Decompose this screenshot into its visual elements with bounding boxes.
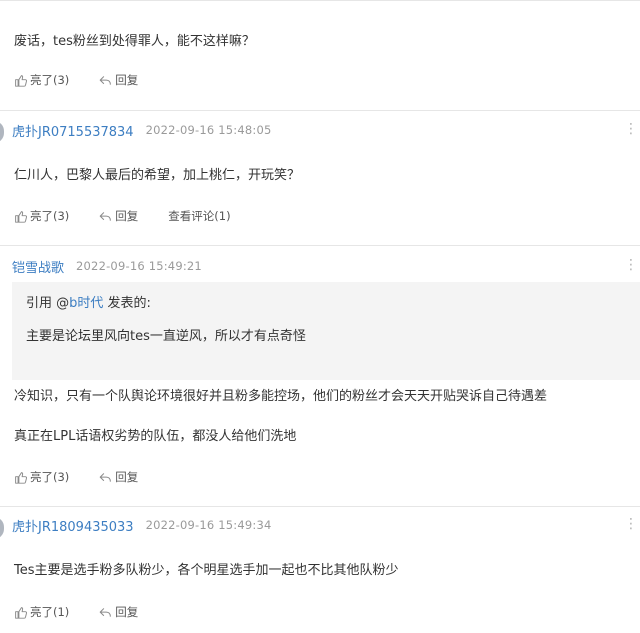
post-time: 2022-09-16 15:49:21 bbox=[76, 259, 202, 273]
reply-arrow-icon bbox=[99, 472, 112, 482]
quote-content: 主要是论坛里风向tes一直逆风，所以才有点奇怪 bbox=[26, 329, 306, 344]
post-actions: 亮了(3) 回复 bbox=[14, 469, 168, 485]
reply-button[interactable]: 回复 bbox=[99, 208, 138, 224]
like-button[interactable]: 亮了(3) bbox=[14, 469, 69, 485]
reply-button[interactable]: 回复 bbox=[99, 604, 138, 620]
thumbs-up-icon bbox=[15, 74, 27, 87]
like-count: 亮了(1) bbox=[30, 605, 70, 619]
more-dots-icon[interactable]: ⋮ bbox=[624, 121, 638, 137]
more-dots-icon[interactable]: ⋮ bbox=[624, 516, 638, 532]
post-content: 仁川人，巴黎人最后的希望，加上桃仁，开玩笑？ bbox=[14, 168, 301, 183]
view-comments-label: 查看评论(1) bbox=[168, 209, 231, 223]
post-actions: 亮了(3) 回复 查看评论(1) bbox=[14, 208, 261, 224]
like-button[interactable]: 亮了(3) bbox=[14, 72, 69, 88]
like-count: 亮了(3) bbox=[30, 470, 70, 484]
reply-button[interactable]: 回复 bbox=[99, 72, 138, 88]
post-time: 2022-09-16 15:48:05 bbox=[145, 123, 272, 137]
reply-arrow-icon bbox=[99, 607, 112, 617]
reply-button[interactable]: 回复 bbox=[99, 469, 138, 485]
username-link[interactable]: 虎扑JR0715537834 bbox=[12, 121, 134, 140]
quote-suffix: 发表的: bbox=[103, 296, 151, 311]
avatar[interactable] bbox=[0, 121, 4, 143]
post-content: Tes主要是选手粉多队粉少，各个明星选手加一起也不比其他队粉少 bbox=[14, 563, 399, 578]
like-button[interactable]: 亮了(1) bbox=[14, 604, 69, 620]
view-comments-button[interactable]: 查看评论(1) bbox=[168, 208, 230, 224]
post-content-line-2: 真正在LPL话语权劣势的队伍，都没人给他们洗地 bbox=[14, 429, 297, 444]
more-dots-icon[interactable]: ⋮ bbox=[624, 257, 638, 273]
post-header: 铠雪战歌 2022-09-16 15:49:21 bbox=[12, 256, 202, 276]
reply-arrow-icon bbox=[99, 75, 112, 85]
post-actions: 亮了(1) 回复 bbox=[14, 604, 168, 620]
quote-prefix: 引用 @ bbox=[26, 296, 70, 311]
post-time: 2022-09-16 15:49:34 bbox=[145, 518, 272, 532]
quote-citation: 引用 @b时代 发表的: bbox=[26, 292, 151, 311]
username-link[interactable]: 虎扑JR1809435033 bbox=[12, 516, 134, 535]
thumbs-up-icon bbox=[15, 606, 27, 619]
post-4: 虎扑JR1809435033 2022-09-16 15:49:34 ⋮ Tes… bbox=[0, 507, 640, 633]
post-3: 铠雪战歌 2022-09-16 15:49:21 ⋮ 引用 @b时代 发表的: … bbox=[0, 246, 640, 506]
username-link[interactable]: 铠雪战歌 bbox=[12, 257, 64, 276]
reply-label: 回复 bbox=[115, 470, 139, 484]
like-count: 亮了(3) bbox=[30, 209, 70, 223]
post-1: 废话，tes粉丝到处得罪人，能不这样嘛？ 亮了(3) 回复 bbox=[0, 0, 640, 110]
reply-arrow-icon bbox=[99, 211, 112, 221]
like-button[interactable]: 亮了(3) bbox=[14, 208, 69, 224]
post-actions: 亮了(3) 回复 bbox=[14, 72, 168, 88]
thumbs-up-icon bbox=[15, 471, 27, 484]
post-content: 废话，tes粉丝到处得罪人，能不这样嘛？ bbox=[14, 34, 255, 49]
quote-author-link[interactable]: b时代 bbox=[69, 296, 103, 311]
reply-label: 回复 bbox=[115, 73, 139, 87]
avatar[interactable] bbox=[0, 517, 4, 539]
post-header: 虎扑JR1809435033 2022-09-16 15:49:34 bbox=[12, 515, 272, 535]
post-content-line-1: 冷知识，只有一个队舆论环境很好并且粉多能控场，他们的粉丝才会天天开贴哭诉自己待遇… bbox=[14, 389, 548, 404]
quote-block: 引用 @b时代 发表的: 主要是论坛里风向tes一直逆风，所以才有点奇怪 bbox=[12, 282, 640, 380]
like-count: 亮了(3) bbox=[30, 73, 70, 87]
reply-label: 回复 bbox=[115, 209, 139, 223]
post-2: 虎扑JR0715537834 2022-09-16 15:48:05 ⋮ 仁川人… bbox=[0, 111, 640, 245]
thumbs-up-icon bbox=[15, 210, 27, 223]
post-header: 虎扑JR0715537834 2022-09-16 15:48:05 bbox=[12, 120, 272, 140]
reply-label: 回复 bbox=[115, 605, 139, 619]
